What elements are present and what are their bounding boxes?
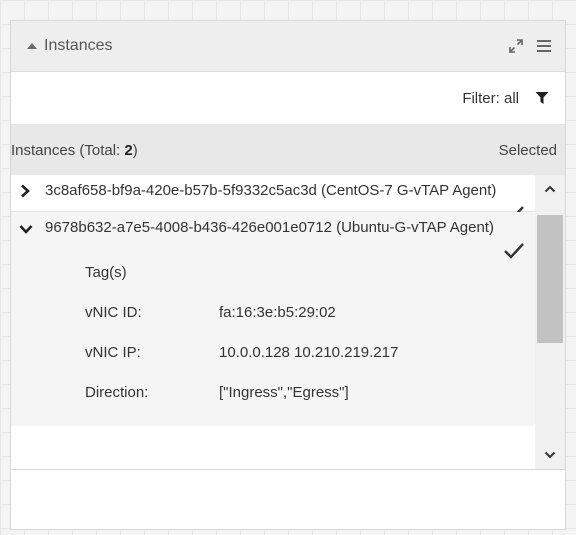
- panel-header: Instances: [11, 21, 565, 72]
- hamburger-menu-icon[interactable]: [533, 35, 555, 57]
- instance-title: 9678b632-a7e5-4008-b436-426e001e0712 (Ub…: [45, 219, 494, 236]
- panel-title: Instances: [44, 37, 113, 54]
- vnic-id-value: fa:16:3e:b5:29:02: [219, 303, 336, 321]
- tags-label: Tag(s): [85, 263, 127, 281]
- vnic-ip-value: 10.0.0.128 10.210.219.217: [219, 343, 399, 361]
- chevron-right-icon[interactable]: [19, 184, 35, 203]
- vnic-id-label: vNIC ID:: [85, 303, 142, 321]
- funnel-icon[interactable]: [533, 89, 551, 107]
- count-value: 2: [124, 141, 133, 159]
- scroll-down-icon[interactable]: [535, 441, 565, 469]
- direction-label: Direction:: [85, 383, 149, 401]
- filter-row: Filter: all: [11, 72, 565, 125]
- vnic-ip-label: vNIC IP:: [85, 343, 141, 361]
- chevron-down-icon[interactable]: [19, 221, 35, 240]
- instances-list: 3c8af658-bf9a-420e-b57b-5f9332c5ac3d (Ce…: [11, 175, 565, 470]
- scroll-up-icon[interactable]: [535, 175, 565, 203]
- filter-label[interactable]: Filter: all: [462, 90, 519, 107]
- instance-details: Tag(s) vNIC ID: fa:16:3e:b5:29:02 vNIC I…: [85, 252, 535, 412]
- checkmark-icon[interactable]: [503, 242, 525, 265]
- instance-row-expanded[interactable]: 9678b632-a7e5-4008-b436-426e001e0712 (Ub…: [11, 212, 535, 426]
- instances-panel: Instances Filter: all Instances (Total: …: [10, 20, 566, 530]
- count-prefix: Instances (Total:: [11, 141, 125, 159]
- expand-arrows-icon[interactable]: [505, 35, 527, 57]
- count-suffix: ): [132, 141, 138, 159]
- instance-title: 3c8af658-bf9a-420e-b57b-5f9332c5ac3d (Ce…: [45, 182, 497, 199]
- instances-count: Instances (Total: 2): [11, 142, 499, 159]
- direction-value: ["Ingress","Egress"]: [219, 383, 349, 401]
- selected-column-label: Selected: [498, 141, 557, 159]
- caret-up-icon: [27, 43, 37, 49]
- scroll-thumb[interactable]: [537, 215, 563, 343]
- list-scrollbar[interactable]: [535, 175, 565, 469]
- list-header: Instances (Total: 2) Selected: [11, 125, 565, 175]
- panel-collapse-toggle[interactable]: Instances: [27, 37, 112, 55]
- instance-row[interactable]: 3c8af658-bf9a-420e-b57b-5f9332c5ac3d (Ce…: [11, 175, 535, 222]
